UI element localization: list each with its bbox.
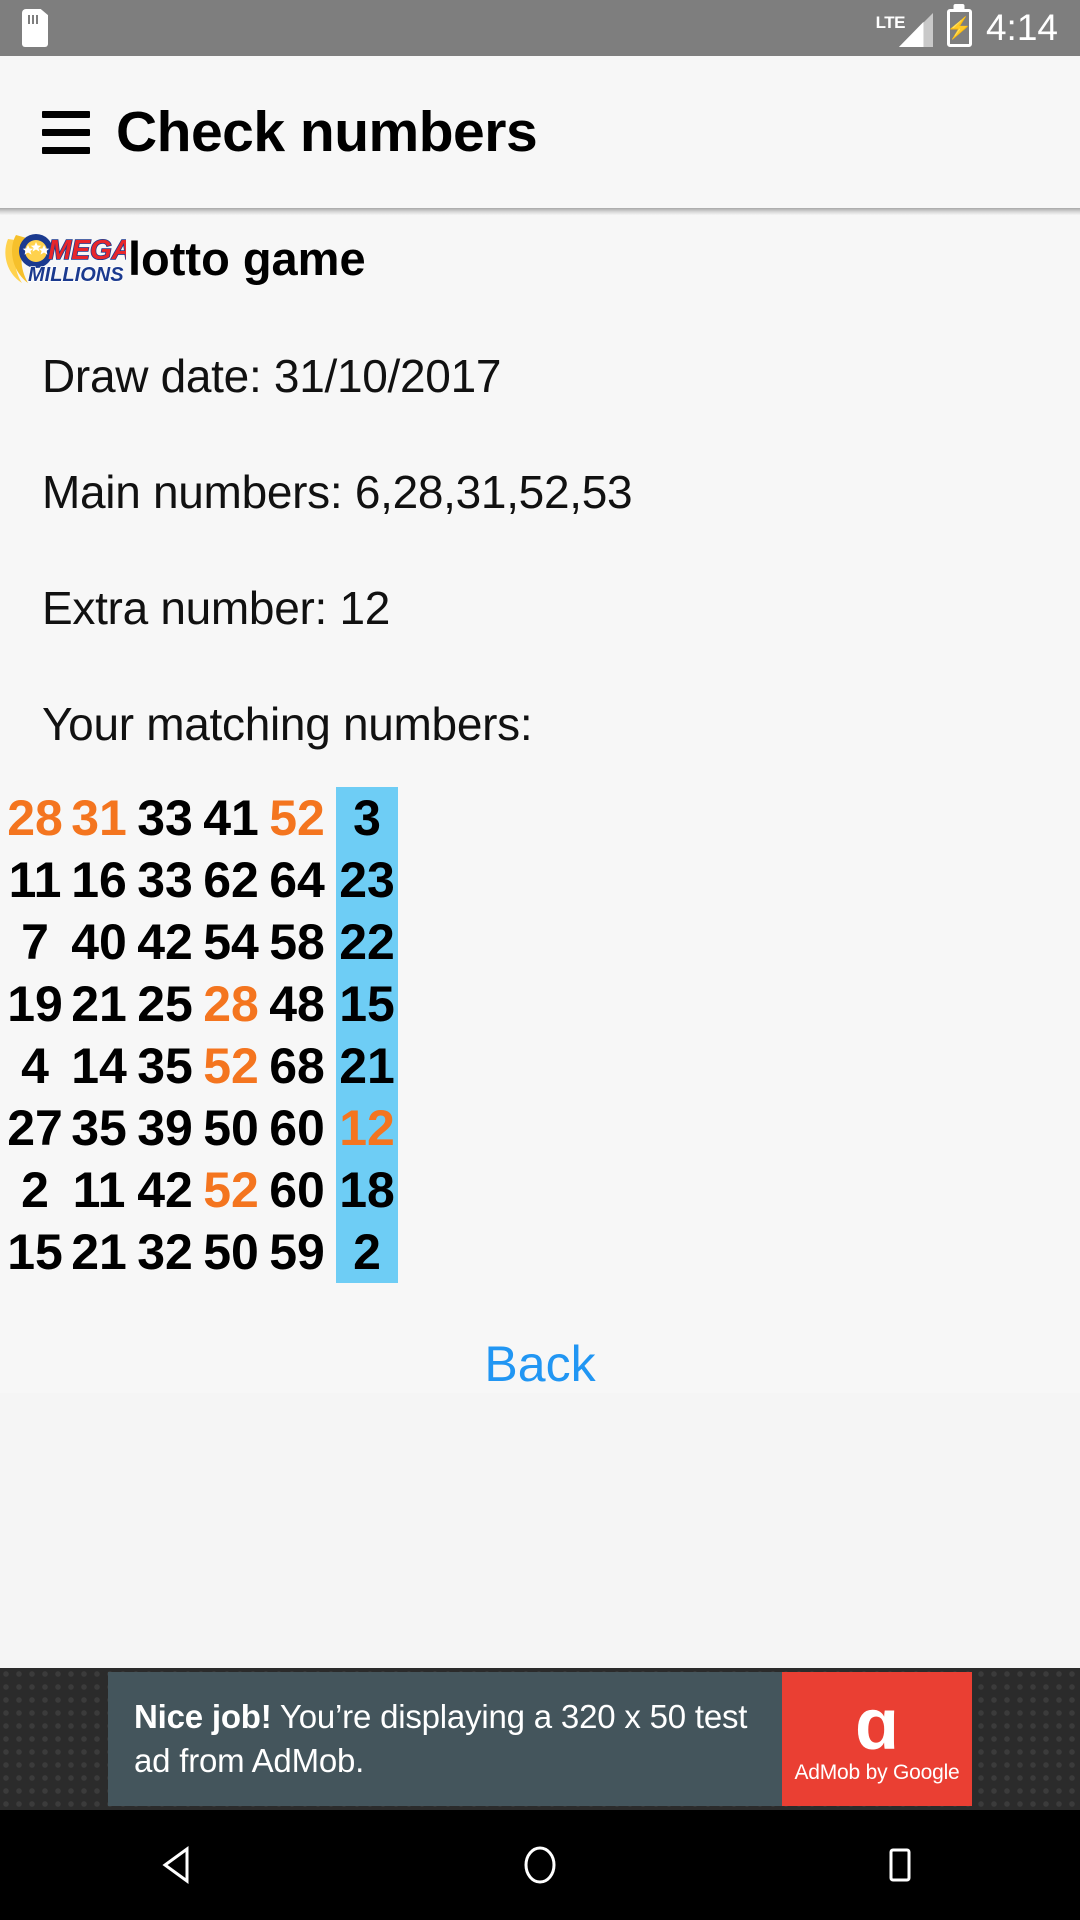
extra-number-line: Extra number: 12 — [42, 582, 391, 634]
ticket-number: 64 — [269, 852, 325, 908]
nav-back-button[interactable] — [120, 1810, 240, 1920]
ticket-number: 16 — [71, 852, 127, 908]
back-button[interactable]: Back — [484, 1335, 595, 1393]
ticket-number: 42 — [137, 914, 193, 970]
extra-number: 23 — [336, 849, 398, 911]
ticket-number: 58 — [269, 914, 325, 970]
svg-text:MILLIONS: MILLIONS — [28, 264, 124, 286]
page-title: Check numbers — [116, 100, 538, 164]
ticket-number: 35 — [137, 1038, 193, 1094]
ticket-number: 11 — [72, 1162, 126, 1218]
nav-recents-button[interactable] — [840, 1810, 960, 1920]
ticket-row: 28 31 33 41 52 3 — [4, 787, 1080, 849]
ticket-number: 4 — [21, 1038, 49, 1094]
main-numbers-line: Main numbers: 6,28,31,52,53 — [42, 466, 633, 518]
phone-screen: LTE ⚡ 4:14 Check numbers MEGA MILLIONS l… — [0, 0, 1080, 1920]
signal-bars-icon — [898, 13, 933, 47]
network-type-indicator: LTE — [876, 9, 933, 47]
ad-headline: Nice job! — [134, 1698, 272, 1736]
ticket-number: 33 — [137, 790, 193, 846]
game-label: lotto game — [128, 231, 366, 285]
sd-card-icon — [22, 9, 48, 47]
ticket-row: 7 40 42 54 58 22 — [4, 911, 1080, 973]
ticket-row: 19 21 25 28 48 15 — [4, 973, 1080, 1035]
back-button-container: Back — [0, 1335, 1080, 1393]
ticket-number: 54 — [203, 914, 259, 970]
ticket-number: 33 — [137, 852, 193, 908]
app-bar-divider — [0, 208, 1080, 215]
ticket-row: 27 35 39 50 60 12 — [4, 1097, 1080, 1159]
content-area: MEGA MILLIONS lotto game Draw date: 31/1… — [0, 215, 1080, 1393]
ticket-number: 11 — [8, 852, 62, 908]
matching-numbers-heading: Your matching numbers: — [42, 698, 533, 750]
android-nav-bar — [0, 1810, 1080, 1920]
ticket-row: 2 11 42 52 60 18 — [4, 1159, 1080, 1221]
extra-number: 22 — [336, 911, 398, 973]
ticket-number: 50 — [203, 1100, 259, 1156]
ticket-number: 62 — [203, 852, 259, 908]
ticket-number: 27 — [7, 1100, 63, 1156]
ticket-number: 39 — [137, 1100, 193, 1156]
ad-text[interactable]: Nice job! You’re displaying a 320 x 50 t… — [108, 1672, 782, 1806]
ticket-number: 7 — [21, 914, 49, 970]
ticket-row: 11 16 33 62 64 23 — [4, 849, 1080, 911]
status-bar-clock: 4:14 — [985, 7, 1058, 48]
status-bar: LTE ⚡ 4:14 — [0, 0, 1080, 56]
ticket-number: 41 — [203, 790, 259, 846]
battery-charging-icon: ⚡ — [946, 9, 973, 47]
ad-banner[interactable]: Nice job! You’re displaying a 320 x 50 t… — [0, 1668, 1080, 1810]
ticket-row: 15 21 32 50 59 2 — [4, 1221, 1080, 1283]
matched-number: 52 — [269, 790, 325, 846]
nav-home-button[interactable] — [480, 1810, 600, 1920]
admob-logo[interactable]: ɑ AdMob by Google — [782, 1672, 972, 1806]
matched-number: 28 — [203, 976, 259, 1032]
ticket-number: 59 — [269, 1224, 325, 1280]
svg-text:MEGA: MEGA — [48, 234, 126, 265]
mega-millions-logo-icon: MEGA MILLIONS — [2, 227, 133, 289]
ticket-number: 19 — [7, 976, 63, 1032]
ticket-number: 21 — [71, 976, 127, 1032]
ticket-number: 60 — [269, 1162, 325, 1218]
app-bar: Check numbers — [0, 56, 1080, 208]
matched-number: 28 — [7, 790, 63, 846]
draw-date-line: Draw date: 31/10/2017 — [42, 350, 502, 402]
matched-number: 31 — [71, 790, 127, 846]
matched-number: 52 — [203, 1038, 259, 1094]
ticket-number: 50 — [203, 1224, 259, 1280]
matched-number: 52 — [203, 1162, 259, 1218]
ticket-number: 15 — [7, 1224, 63, 1280]
ticket-number: 40 — [71, 914, 127, 970]
ticket-number: 14 — [71, 1038, 127, 1094]
ticket-number: 48 — [269, 976, 325, 1032]
ticket-row: 4 14 35 52 68 21 — [4, 1035, 1080, 1097]
extra-number: 18 — [336, 1159, 398, 1221]
matching-numbers-grid: 28 31 33 41 52 3 11 16 33 62 64 23 7 40 42 54 58 22 19 21 25… — [0, 787, 1080, 1283]
ticket-number: 42 — [137, 1162, 193, 1218]
ticket-number: 21 — [71, 1224, 127, 1280]
admob-glyph-icon: ɑ — [855, 1684, 899, 1765]
matched-extra-number: 12 — [336, 1097, 398, 1159]
ticket-number: 35 — [71, 1100, 127, 1156]
admob-caption: AdMob by Google — [794, 1761, 960, 1785]
extra-number: 2 — [336, 1221, 398, 1283]
hamburger-menu-icon[interactable] — [42, 110, 90, 154]
ticket-number: 60 — [269, 1100, 325, 1156]
ticket-number: 32 — [137, 1224, 193, 1280]
extra-number: 3 — [336, 787, 398, 849]
extra-number: 15 — [336, 973, 398, 1035]
ticket-number: 25 — [137, 976, 193, 1032]
extra-number: 21 — [336, 1035, 398, 1097]
ticket-number: 2 — [21, 1162, 49, 1218]
game-header-row: MEGA MILLIONS lotto game — [0, 215, 1080, 295]
ticket-number: 68 — [269, 1038, 325, 1094]
